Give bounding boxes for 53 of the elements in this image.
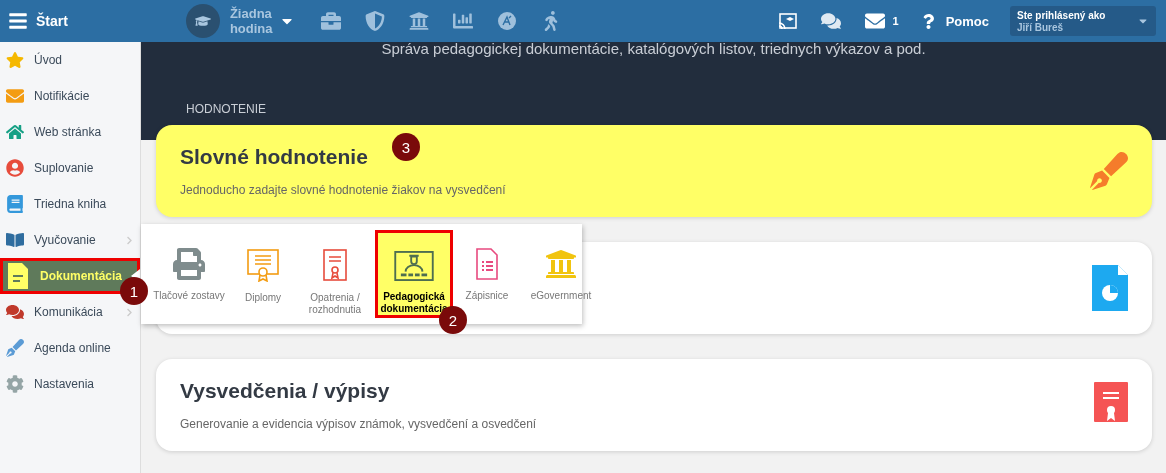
institution-icon — [545, 248, 577, 280]
open-book-icon — [6, 231, 24, 249]
chat-bubbles-icon[interactable] — [820, 11, 841, 31]
person-icon — [6, 159, 24, 177]
envelope-icon[interactable] — [864, 11, 885, 31]
feature-card[interactable]: Vysvedčenia / výpisy Generovanie a evidencia výpisov známok, vysvedčení a osvedčení — [156, 359, 1152, 451]
document-icon — [6, 262, 30, 290]
printer-icon — [173, 248, 205, 280]
house-icon — [6, 123, 24, 141]
envelope-icon — [6, 87, 24, 105]
chart-document-icon — [1092, 265, 1128, 311]
teacher-board-icon — [393, 251, 435, 281]
help-button[interactable]: Pomoc — [920, 13, 989, 29]
sidebar-item[interactable]: Triedna kniha — [0, 186, 140, 222]
certificate-icon — [322, 248, 348, 282]
star-icon — [6, 51, 24, 69]
user-menu[interactable]: Ste prihlásený ako Jiří Bureš — [1010, 6, 1156, 36]
shield-check-icon[interactable] — [364, 11, 385, 31]
submenu-item[interactable]: Opatrenia / rozhodnutia — [301, 230, 369, 318]
briefcase-icon[interactable] — [320, 11, 341, 31]
sidebar-item[interactable]: Web stránka — [0, 114, 140, 150]
page-subtitle: Správa pedagogickej dokumentácie, katalógových listov, triednych výkazov a pod. — [380, 40, 927, 57]
start-label[interactable]: Štart — [36, 13, 68, 29]
list-document-icon — [475, 248, 499, 280]
certificate-icon — [246, 248, 280, 282]
mail-count: 1 — [892, 15, 899, 27]
pen-icon — [6, 339, 24, 357]
submenu-item[interactable]: Tlačové zostavy — [153, 230, 225, 318]
chat-bubbles-icon — [6, 303, 24, 321]
card-title: Slovné hodnotenie — [180, 145, 368, 169]
notebook-icon — [6, 195, 24, 213]
sidebar-item[interactable]: Notifikácie — [0, 78, 140, 114]
graduation-cap-icon[interactable] — [185, 4, 220, 38]
step-marker: 3 — [392, 133, 420, 161]
submenu-item[interactable]: eGovernment — [521, 230, 601, 318]
section-heading: HODNOTENIE — [186, 102, 267, 116]
feature-card[interactable]: Slovné hodnotenie Jednoducho zadajte slovné hodnotenie žiakov na vysvedčení 3 — [156, 125, 1152, 217]
submenu-item[interactable]: Zápisnice — [459, 230, 515, 318]
grade-circle-icon[interactable] — [496, 11, 517, 31]
cast-screen-icon[interactable] — [777, 12, 797, 30]
menu-icon[interactable] — [8, 11, 28, 31]
sidebar-item[interactable]: Úvod — [0, 42, 140, 78]
card-description: Jednoducho zadajte slovné hodnotenie žiakov na vysvedčení — [180, 183, 506, 197]
bar-chart-icon[interactable] — [452, 11, 473, 31]
card-description: Generovanie a evidencia výpisov známok, vysvedčení a osvedčení — [180, 417, 537, 431]
submenu-item[interactable]: Diplomy — [231, 230, 295, 318]
sidebar-item[interactable]: Vyučovanie — [0, 222, 140, 258]
institution-icon[interactable] — [408, 11, 429, 31]
card-title: Vysvedčenia / výpisy — [180, 379, 390, 403]
gear-icon — [6, 375, 24, 393]
sidebar-item[interactable]: Nastavenia — [0, 366, 140, 402]
sidebar-item[interactable]: Suplovanie — [0, 150, 140, 186]
sidebar-item[interactable]: Agenda online — [0, 330, 140, 366]
